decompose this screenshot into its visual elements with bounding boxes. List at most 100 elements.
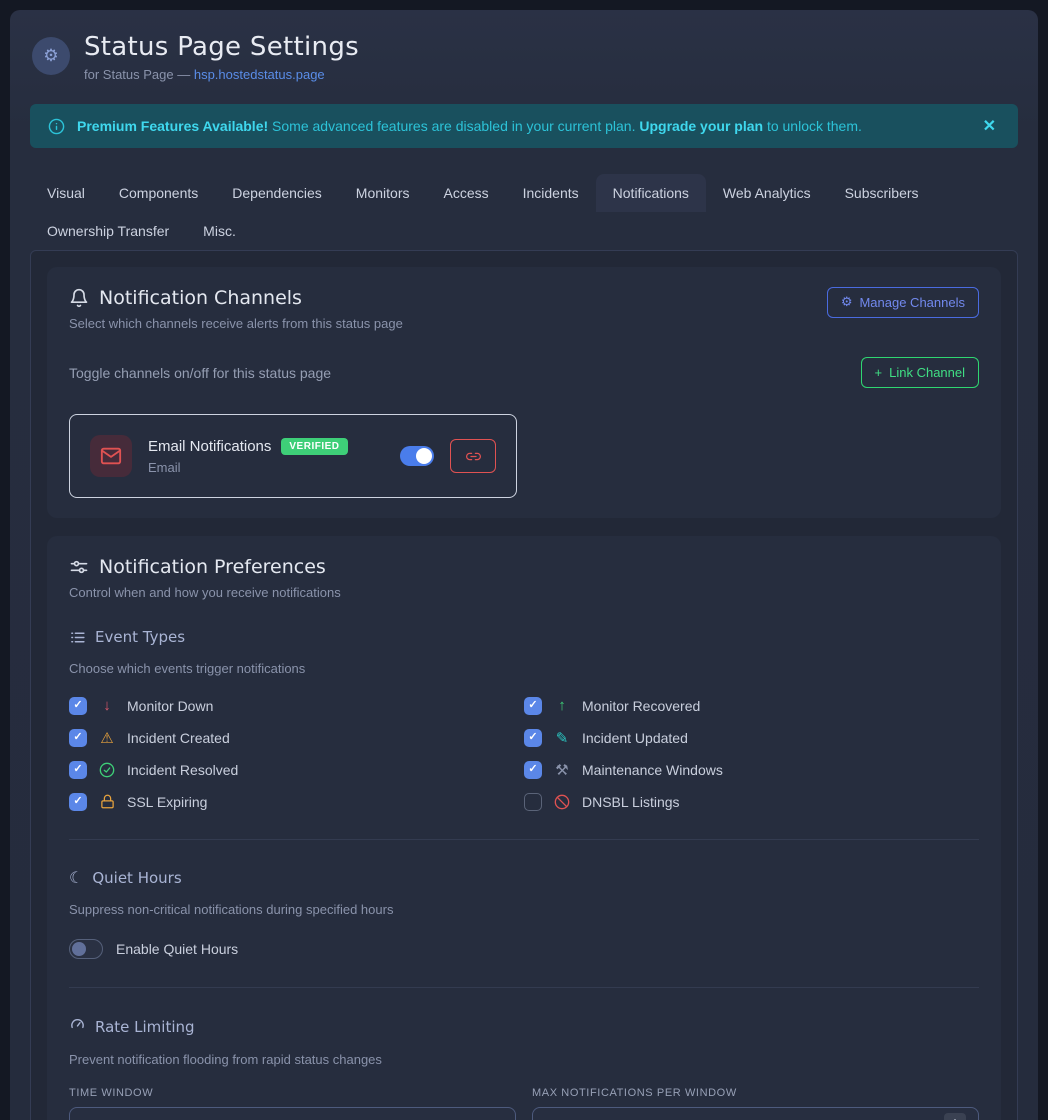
rate-limiting-heading: Rate Limiting bbox=[69, 1016, 979, 1037]
time-window-select[interactable]: 15 minutes bbox=[69, 1107, 516, 1120]
event-label: Maintenance Windows bbox=[582, 762, 723, 778]
tab-monitors[interactable]: Monitors bbox=[339, 174, 427, 212]
upgrade-plan-link[interactable]: Upgrade your plan bbox=[639, 118, 763, 134]
section-divider bbox=[69, 839, 979, 840]
tab-ownership-transfer[interactable]: Ownership Transfer bbox=[30, 212, 186, 250]
verified-badge: VERIFIED bbox=[281, 438, 347, 455]
time-window-label: TIME WINDOW bbox=[69, 1087, 516, 1099]
bell-icon bbox=[69, 288, 89, 308]
monitor-recovered-checkbox[interactable]: ✓ bbox=[524, 697, 542, 715]
event-types-desc: Choose which events trigger notification… bbox=[69, 661, 979, 676]
link-channel-button[interactable]: + Link Channel bbox=[861, 357, 979, 388]
status-page-link[interactable]: hsp.hostedstatus.page bbox=[194, 67, 325, 82]
event-incident-created: ✓ ⚠ Incident Created bbox=[69, 728, 524, 747]
event-label: DNSBL Listings bbox=[582, 794, 680, 810]
gear-icon: ⚙ bbox=[32, 37, 70, 75]
number-stepper[interactable]: ⌃⌄ bbox=[944, 1113, 966, 1120]
tab-subscribers[interactable]: Subscribers bbox=[828, 174, 936, 212]
ssl-expiring-checkbox[interactable]: ✓ bbox=[69, 793, 87, 811]
channels-title-row: Notification Channels bbox=[69, 287, 403, 309]
check-icon: ✓ bbox=[73, 732, 82, 743]
tab-incidents[interactable]: Incidents bbox=[506, 174, 596, 212]
incident-updated-checkbox[interactable]: ✓ bbox=[524, 729, 542, 747]
toggle-channels-hint: Toggle channels on/off for this status p… bbox=[69, 365, 331, 381]
event-label: Incident Created bbox=[127, 730, 230, 746]
manage-channels-label: Manage Channels bbox=[859, 295, 965, 310]
maintenance-windows-checkbox[interactable]: ✓ bbox=[524, 761, 542, 779]
tools-icon: ⚒ bbox=[553, 761, 571, 779]
check-circle-icon bbox=[98, 762, 116, 778]
tab-misc[interactable]: Misc. bbox=[186, 212, 253, 250]
banner-body-text: Some advanced features are disabled in y… bbox=[268, 118, 639, 134]
rate-limiting-desc: Prevent notification flooding from rapid… bbox=[69, 1052, 979, 1067]
link-channel-label: Link Channel bbox=[889, 365, 965, 380]
tab-notifications[interactable]: Notifications bbox=[596, 174, 706, 212]
preferences-title: Notification Preferences bbox=[99, 556, 326, 578]
tab-access[interactable]: Access bbox=[426, 174, 505, 212]
warning-triangle-icon: ⚠ bbox=[98, 729, 116, 747]
tab-visual[interactable]: Visual bbox=[30, 174, 102, 212]
enable-quiet-hours-toggle[interactable] bbox=[69, 939, 103, 959]
status-page-settings-window: ⚙ Status Page Settings for Status Page —… bbox=[10, 10, 1038, 1120]
monitor-down-checkbox[interactable]: ✓ bbox=[69, 697, 87, 715]
check-icon: ✓ bbox=[528, 732, 537, 743]
incident-created-checkbox[interactable]: ✓ bbox=[69, 729, 87, 747]
pencil-icon: ✎ bbox=[553, 729, 571, 747]
email-channel-toggle[interactable] bbox=[400, 446, 434, 466]
event-types-title: Event Types bbox=[95, 628, 185, 646]
event-monitor-down: ✓ ↓ Monitor Down bbox=[69, 696, 524, 715]
notification-preferences-card: Notification Preferences Control when an… bbox=[47, 536, 1001, 1120]
check-icon: ✓ bbox=[73, 764, 82, 775]
check-icon: ✓ bbox=[73, 700, 82, 711]
tab-dependencies[interactable]: Dependencies bbox=[215, 174, 339, 212]
event-maintenance-windows: ✓ ⚒ Maintenance Windows bbox=[524, 760, 979, 779]
quiet-hours-desc: Suppress non-critical notifications duri… bbox=[69, 902, 979, 917]
banner-text: Premium Features Available! Some advance… bbox=[77, 118, 862, 134]
email-channel-card: Email Notifications VERIFIED Email bbox=[69, 414, 517, 498]
tab-components[interactable]: Components bbox=[102, 174, 215, 212]
chain-link-icon bbox=[466, 449, 481, 464]
channels-subtitle: Select which channels receive alerts fro… bbox=[69, 316, 403, 331]
settings-tabs: Visual Components Dependencies Monitors … bbox=[30, 174, 1018, 250]
event-incident-updated: ✓ ✎ Incident Updated bbox=[524, 728, 979, 747]
event-types-grid: ✓ ↓ Monitor Down ✓ ↑ Monitor Recovered ✓… bbox=[69, 696, 979, 811]
dnsbl-listings-checkbox[interactable]: ✓ bbox=[524, 793, 542, 811]
channels-title: Notification Channels bbox=[99, 287, 302, 309]
notification-channels-card: Notification Channels Select which chann… bbox=[47, 267, 1001, 518]
page-title: Status Page Settings bbox=[84, 32, 359, 62]
envelope-icon bbox=[100, 445, 122, 467]
subtitle-prefix: for Status Page — bbox=[84, 67, 194, 82]
list-icon bbox=[69, 629, 86, 646]
event-label: Monitor Down bbox=[127, 698, 213, 714]
channel-type: Email bbox=[148, 460, 384, 475]
preferences-subtitle: Control when and how you receive notific… bbox=[69, 585, 341, 600]
enable-quiet-hours-label: Enable Quiet Hours bbox=[116, 941, 238, 957]
gauge-icon bbox=[69, 1016, 86, 1037]
ban-icon bbox=[553, 794, 571, 810]
preferences-title-row: Notification Preferences bbox=[69, 556, 341, 578]
event-ssl-expiring: ✓ SSL Expiring bbox=[69, 792, 524, 811]
rate-limiting-form: TIME WINDOW 15 minutes MAX NOTIFICATIONS… bbox=[69, 1087, 979, 1120]
event-dnsbl-listings: ✓ DNSBL Listings bbox=[524, 792, 979, 811]
close-icon[interactable]: ✕ bbox=[979, 112, 1000, 140]
moon-icon: ☾ bbox=[69, 868, 83, 887]
event-label: SSL Expiring bbox=[127, 794, 207, 810]
manage-channels-button[interactable]: ⚙ Manage Channels bbox=[827, 287, 979, 318]
max-notifications-label: MAX NOTIFICATIONS PER WINDOW bbox=[532, 1087, 979, 1099]
max-notifications-input[interactable]: 10 ⌃⌄ bbox=[532, 1107, 979, 1120]
plus-icon: + bbox=[875, 365, 883, 380]
section-divider bbox=[69, 987, 979, 988]
event-monitor-recovered: ✓ ↑ Monitor Recovered bbox=[524, 696, 979, 715]
event-label: Incident Updated bbox=[582, 730, 688, 746]
incident-resolved-checkbox[interactable]: ✓ bbox=[69, 761, 87, 779]
sliders-icon bbox=[69, 557, 89, 577]
channel-name: Email Notifications bbox=[148, 438, 271, 455]
premium-banner: Premium Features Available! Some advance… bbox=[30, 104, 1018, 148]
quiet-hours-title: Quiet Hours bbox=[92, 869, 181, 887]
tab-web-analytics[interactable]: Web Analytics bbox=[706, 174, 828, 212]
event-incident-resolved: ✓ Incident Resolved bbox=[69, 760, 524, 779]
banner-suffix-text: to unlock them. bbox=[763, 118, 862, 134]
info-icon bbox=[48, 118, 65, 135]
unlink-channel-button[interactable] bbox=[450, 439, 496, 473]
check-icon: ✓ bbox=[73, 796, 82, 807]
